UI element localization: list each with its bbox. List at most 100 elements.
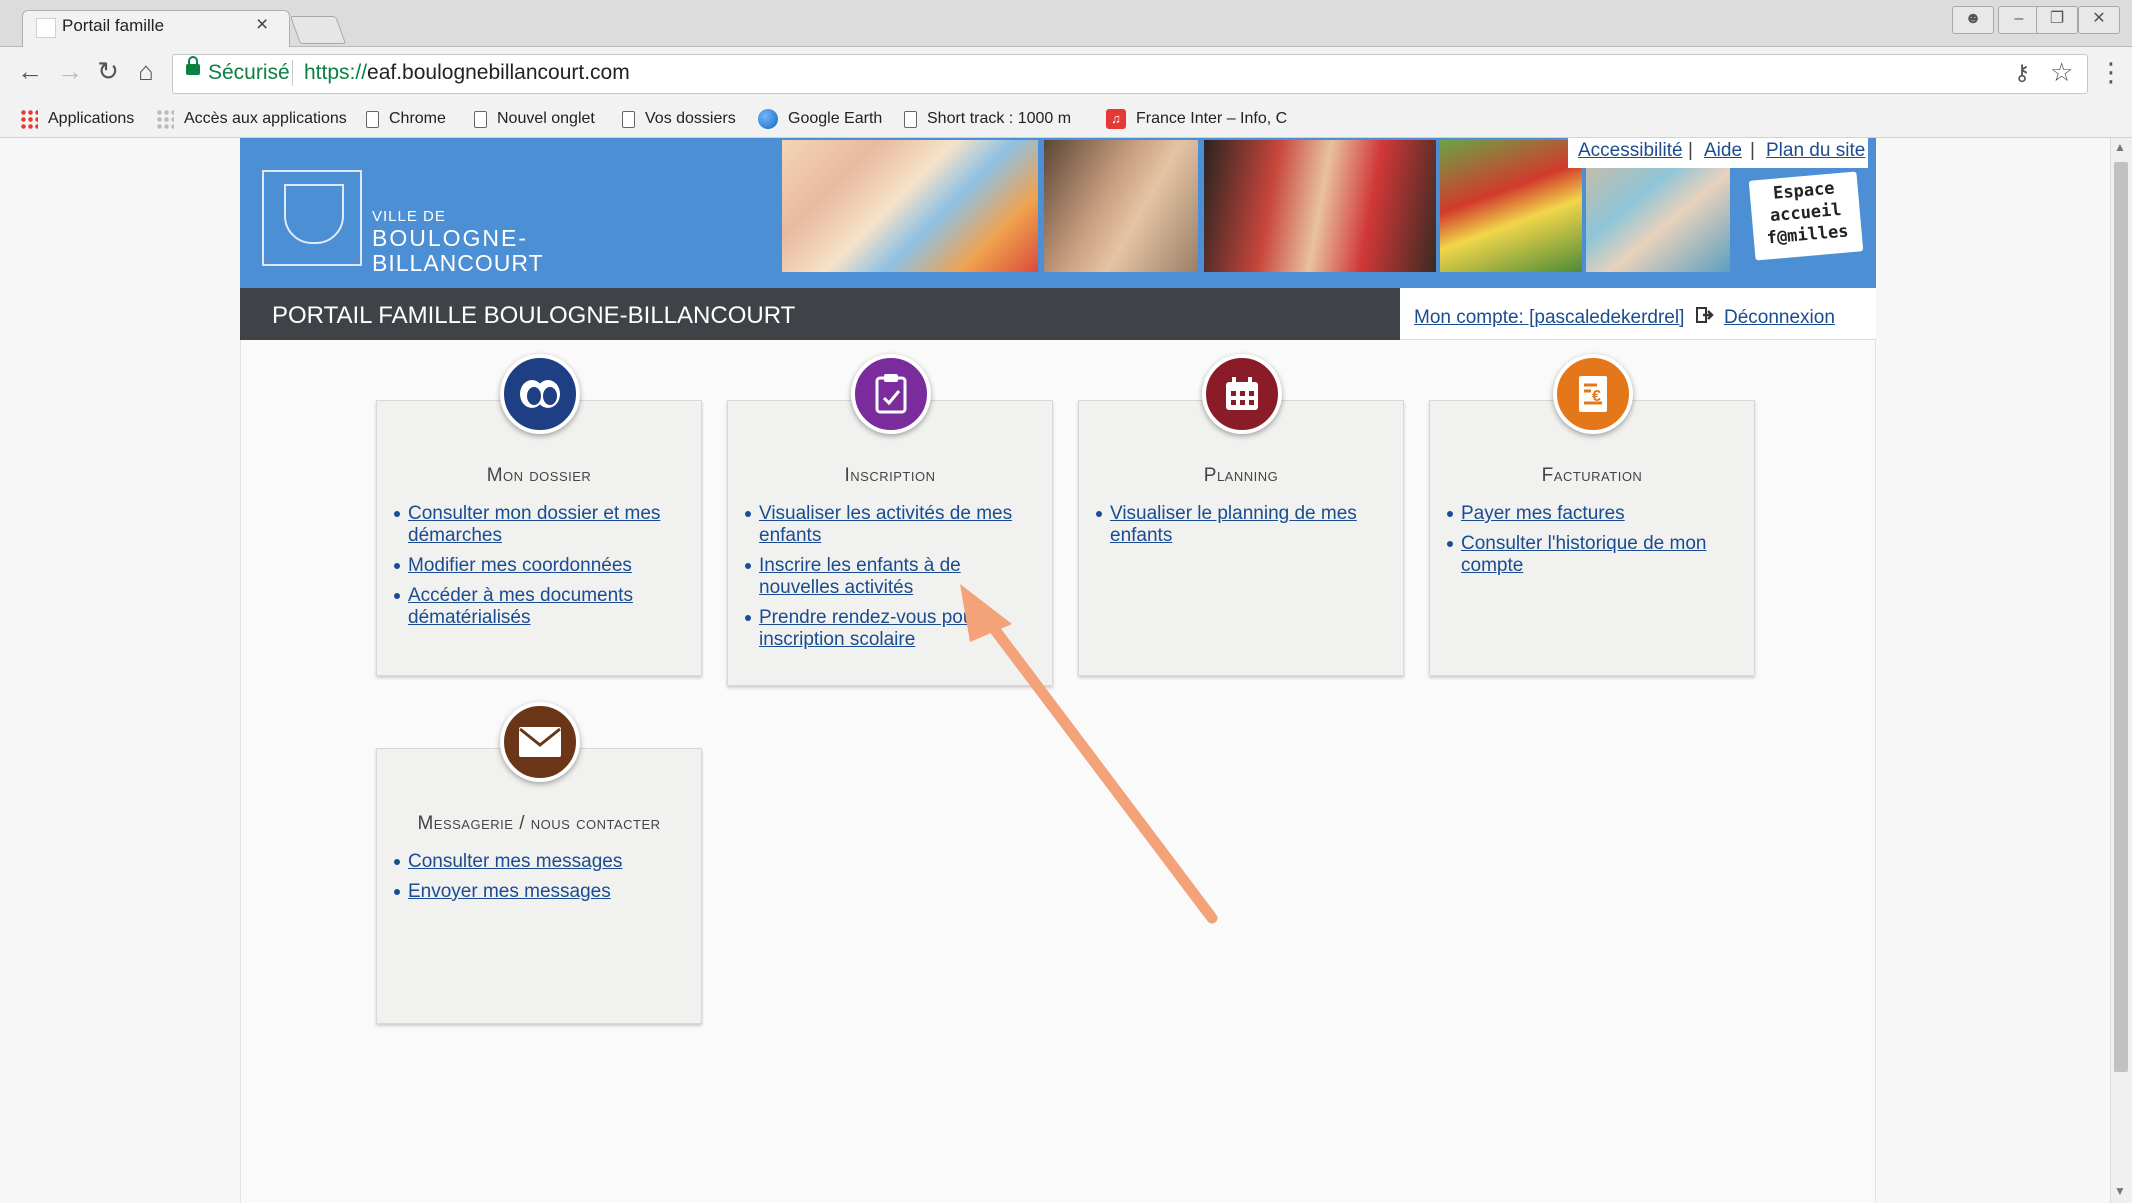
bookmark-chrome[interactable]: Chrome xyxy=(366,105,446,133)
account-link[interactable]: Mon compte: [pascaledekerdrel] xyxy=(1414,307,1684,329)
portal-title: PORTAIL FAMILLE BOULOGNE-BILLANCOURT xyxy=(272,302,796,329)
card-title: Planning xyxy=(1203,465,1279,486)
svg-text:€: € xyxy=(1592,388,1601,405)
minimize-icon[interactable]: – xyxy=(1998,6,2040,34)
invoice-euro-icon: € xyxy=(1553,354,1633,434)
scroll-up-icon[interactable]: ▲ xyxy=(2114,140,2126,154)
apps-grid-icon xyxy=(20,109,38,129)
bookmark-google-earth[interactable]: Google Earth xyxy=(758,105,882,133)
inscrire-enfants-link[interactable]: Inscrire les enfants à de nouvelles acti… xyxy=(759,555,961,598)
historique-compte-link[interactable]: Consulter l'historique de mon compte xyxy=(1461,533,1706,576)
home-icon[interactable]: ⌂ xyxy=(130,56,162,87)
card-links: Consulter mon dossier et mes démarches M… xyxy=(394,503,684,637)
forward-arrow-icon[interactable]: → xyxy=(54,56,86,87)
new-tab-button[interactable] xyxy=(289,16,347,44)
invoice-glyph: € xyxy=(1579,376,1607,412)
bookmark-label: Nouvel onglet xyxy=(497,110,595,127)
envoyer-messages-link[interactable]: Envoyer mes messages xyxy=(408,881,611,902)
card-links: Visualiser le planning de mes enfants xyxy=(1096,503,1386,555)
envelope-glyph xyxy=(519,727,561,757)
bookmark-applications[interactable]: Applications xyxy=(20,105,134,133)
globe-icon xyxy=(758,109,778,129)
logout-icon[interactable] xyxy=(1696,306,1714,324)
list-item: Consulter mon dossier et mes démarches xyxy=(394,503,684,547)
reload-icon[interactable]: ↻ xyxy=(92,56,124,87)
visualiser-planning-link[interactable]: Visualiser le planning de mes enfants xyxy=(1110,503,1357,546)
page-icon xyxy=(474,110,487,128)
list-item: Accéder à mes documents dématérialisés xyxy=(394,585,684,629)
bookmark-label: France Inter – Info, C xyxy=(1136,110,1288,127)
bookmark-vos-dossiers[interactable]: Vos dossiers xyxy=(622,105,736,133)
logo-name-line1: BOULOGNE- xyxy=(372,225,529,251)
bookmark-france-inter[interactable]: ♫ France Inter – Info, C xyxy=(1106,105,1287,133)
aide-link[interactable]: Aide xyxy=(1704,140,1742,162)
list-item: Payer mes factures xyxy=(1447,503,1737,525)
menu-kebab-icon[interactable]: ⋮ xyxy=(2098,57,2124,88)
consulter-dossier-link[interactable]: Consulter mon dossier et mes démarches xyxy=(408,503,660,546)
list-item: Consulter l'historique de mon compte xyxy=(1447,533,1737,577)
banner-photo-football xyxy=(1440,140,1582,272)
visualiser-activites-link[interactable]: Visualiser les activités de mes enfants xyxy=(759,503,1012,546)
consulter-messages-link[interactable]: Consulter mes messages xyxy=(408,851,622,872)
card-links: Consulter mes messages Envoyer mes messa… xyxy=(394,851,684,911)
logo-name-line2: BILLANCOURT xyxy=(372,250,544,276)
payer-factures-link[interactable]: Payer mes factures xyxy=(1461,503,1625,524)
url-separator xyxy=(292,60,293,86)
bookmark-short-track[interactable]: Short track : 1000 m xyxy=(904,105,1071,133)
tab-title: Portail famille xyxy=(62,16,165,35)
key-icon[interactable]: ⚷ xyxy=(2014,60,2030,86)
scrollbar-thumb[interactable] xyxy=(2114,162,2128,1072)
envelope-icon xyxy=(500,702,580,782)
accessibilite-link[interactable]: Accessibilité xyxy=(1578,140,1683,162)
url-text[interactable]: https://eaf.boulognebillancourt.com xyxy=(304,61,630,85)
logout-link[interactable]: Déconnexion xyxy=(1724,307,1835,329)
eyes-glyph xyxy=(520,380,560,408)
bookmark-label: Google Earth xyxy=(788,110,883,127)
bookmark-nouvel-onglet[interactable]: Nouvel onglet xyxy=(474,105,595,133)
card-title: Mon dossier xyxy=(486,465,592,486)
banner-photo-family xyxy=(1204,140,1436,272)
clipboard-glyph xyxy=(875,374,907,414)
calendar-glyph xyxy=(1226,377,1258,410)
page-icon xyxy=(622,110,635,128)
card-title: Facturation xyxy=(1541,465,1643,486)
bookmark-label: Vos dossiers xyxy=(645,110,736,127)
user-profile-icon[interactable]: ☻ xyxy=(1952,6,1994,34)
star-icon[interactable]: ☆ xyxy=(2050,57,2073,88)
city-crest-icon xyxy=(262,170,362,266)
bookmark-acces-applications[interactable]: Accès aux applications xyxy=(156,105,347,133)
banner-photo-children-painting xyxy=(782,140,1038,272)
page-icon xyxy=(904,110,917,128)
close-window-icon[interactable]: ✕ xyxy=(2078,6,2120,34)
scroll-down-icon[interactable]: ▼ xyxy=(2114,1184,2126,1198)
bookmark-label: Applications xyxy=(48,110,135,127)
banner-photo-grandparent xyxy=(1044,140,1198,272)
url-protocol: https:// xyxy=(304,61,368,84)
plan-du-site-link[interactable]: Plan du site xyxy=(1766,140,1865,162)
link-separator: | xyxy=(1688,140,1693,161)
card-title: Messagerie / nous contacter xyxy=(417,813,661,834)
restore-icon[interactable]: ❐ xyxy=(2036,6,2078,34)
bookmark-label: Accès aux applications xyxy=(184,110,347,127)
folder-eye-icon xyxy=(500,354,580,434)
annotation-arrow-icon xyxy=(960,584,1218,924)
espace-accueil-badge: Espace accueil f@milles xyxy=(1748,171,1864,261)
card-links: Payer mes factures Consulter l'historiqu… xyxy=(1447,503,1737,585)
bookmark-label: Chrome xyxy=(389,110,446,127)
secure-label: Sécurisé xyxy=(208,61,290,84)
modifier-coordonnees-link[interactable]: Modifier mes coordonnées xyxy=(408,555,632,576)
link-separator: | xyxy=(1750,140,1755,161)
list-item: Visualiser les activités de mes enfants xyxy=(745,503,1035,547)
acceder-documents-link[interactable]: Accéder à mes documents dématérialisés xyxy=(408,585,633,628)
back-arrow-icon[interactable]: ← xyxy=(14,56,46,87)
logo-ville-de: VILLE DE xyxy=(372,208,446,225)
list-item: Visualiser le planning de mes enfants xyxy=(1096,503,1386,547)
list-item: Consulter mes messages xyxy=(394,851,684,873)
url-host: eaf.boulognebillancourt.com xyxy=(367,61,630,84)
list-item: Modifier mes coordonnées xyxy=(394,555,684,577)
lock-icon xyxy=(186,56,200,75)
tab-close-icon[interactable]: × xyxy=(256,13,268,37)
calendar-icon xyxy=(1202,354,1282,434)
dots-icon xyxy=(156,109,174,129)
page-icon xyxy=(366,110,379,128)
